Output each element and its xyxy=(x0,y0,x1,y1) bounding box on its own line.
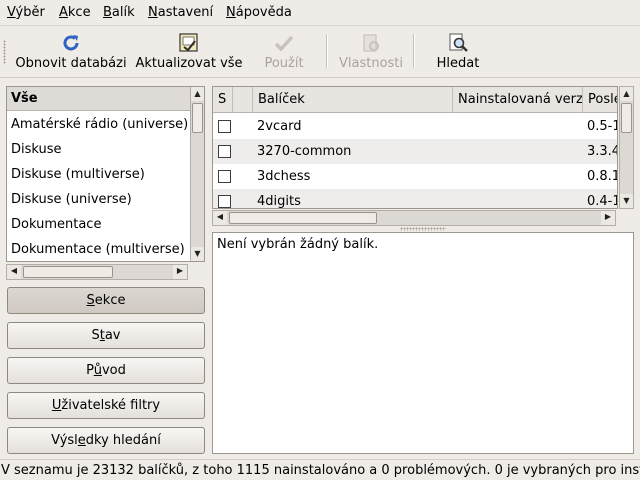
section-list-hscrollbar[interactable]: ◀ ▶ xyxy=(6,264,188,280)
status-filter-button[interactable]: Stav xyxy=(7,322,205,349)
package-description-pane: Není vybrán žádný balík. xyxy=(212,232,634,454)
scroll-up-icon[interactable]: ▲ xyxy=(191,87,204,101)
section-list-header[interactable]: Vše xyxy=(7,87,190,111)
sections-filter-button[interactable]: Sekce xyxy=(7,287,205,314)
properties-button[interactable]: Vlastnosti xyxy=(335,28,407,76)
custom-filters-button[interactable]: Uživatelské filtry xyxy=(7,392,205,419)
scroll-down-icon[interactable]: ▼ xyxy=(620,194,633,208)
package-table-header: S Balíček Nainstalovaná verze Poslední v… xyxy=(213,87,617,113)
reload-icon xyxy=(63,35,79,51)
package-table-vscrollbar[interactable]: ▲ ▼ xyxy=(619,86,634,209)
section-item[interactable]: Dokumentace xyxy=(7,212,190,237)
column-installed-version[interactable]: Nainstalovaná verze xyxy=(453,87,583,113)
scroll-thumb[interactable] xyxy=(229,212,377,224)
status-text: V seznamu je 23132 balíčků, z toho 1115 … xyxy=(1,463,640,478)
toolbar-separator xyxy=(326,34,328,68)
package-table-hscrollbar[interactable]: ◀ ▶ xyxy=(212,210,616,226)
scroll-thumb[interactable] xyxy=(621,103,632,133)
package-checkbox[interactable] xyxy=(218,145,231,158)
toolbar: Obnovit databázi Aktualizovat vše Použít… xyxy=(0,26,640,78)
table-row[interactable]: 3dchess 0.8.1 xyxy=(213,164,617,189)
menu-nastaveni[interactable]: Nastavení xyxy=(148,4,213,22)
column-latest-version[interactable]: Poslední verze xyxy=(583,87,617,113)
upgrade-all-button[interactable]: Aktualizovat vše xyxy=(133,28,245,76)
description-text: Není vybrán žádný balík. xyxy=(217,237,379,252)
section-item[interactable]: Diskuse (multiverse) xyxy=(7,162,190,187)
properties-icon xyxy=(363,34,379,52)
pane-resize-handle[interactable] xyxy=(400,227,446,231)
status-bar: V seznamu je 23132 balíčků, z toho 1115 … xyxy=(0,459,640,480)
menu-balik[interactable]: Balík xyxy=(103,4,135,22)
scroll-up-icon[interactable]: ▲ xyxy=(620,87,633,101)
table-row[interactable]: 4digits 0.4-1 xyxy=(213,189,617,208)
origin-filter-button[interactable]: Původ xyxy=(7,357,205,384)
search-results-button[interactable]: Výsledky hledání xyxy=(7,427,205,454)
scroll-left-icon[interactable]: ◀ xyxy=(7,265,21,279)
package-table: S Balíček Nainstalovaná verze Poslední v… xyxy=(212,86,618,209)
section-item[interactable]: Amatérské rádio (universe) xyxy=(7,112,190,137)
scroll-thumb[interactable] xyxy=(23,266,113,278)
menubar: Výběr Akce Balík Nastavení Nápověda xyxy=(0,0,640,26)
package-checkbox[interactable] xyxy=(218,195,231,208)
scroll-right-icon[interactable]: ▶ xyxy=(601,211,615,225)
column-package[interactable]: Balíček xyxy=(253,87,453,113)
upgrade-all-icon xyxy=(179,33,198,52)
scroll-left-icon[interactable]: ◀ xyxy=(213,211,227,225)
section-item[interactable]: Diskuse (universe) xyxy=(7,187,190,212)
package-checkbox[interactable] xyxy=(218,170,231,183)
section-item[interactable]: Dokumentace (multiverse) xyxy=(7,237,190,261)
package-checkbox[interactable] xyxy=(218,120,231,133)
toolbar-separator xyxy=(413,34,415,68)
scroll-thumb[interactable] xyxy=(192,103,203,133)
search-button[interactable]: Hledat xyxy=(432,28,484,76)
section-list-vscrollbar[interactable]: ▲ ▼ xyxy=(190,87,204,261)
toolbar-grip[interactable] xyxy=(3,40,6,64)
menu-vyber[interactable]: Výběr xyxy=(7,4,45,22)
section-item[interactable]: Diskuse xyxy=(7,137,190,162)
column-support[interactable] xyxy=(233,87,253,113)
table-row[interactable]: 2vcard 0.5-1 xyxy=(213,114,617,139)
apply-button[interactable]: Použít xyxy=(259,28,309,76)
table-row[interactable]: 3270-common 3.3.4 xyxy=(213,139,617,164)
search-icon xyxy=(449,33,468,52)
section-list: Vše Amatérské rádio (universe) Diskuse D… xyxy=(6,86,205,262)
column-status[interactable]: S xyxy=(213,87,233,113)
scroll-right-icon[interactable]: ▶ xyxy=(173,265,187,279)
scroll-down-icon[interactable]: ▼ xyxy=(191,247,204,261)
menu-akce[interactable]: Akce xyxy=(59,4,91,22)
apply-check-icon xyxy=(274,35,294,52)
menu-napoveda[interactable]: Nápověda xyxy=(226,4,292,22)
reload-button[interactable]: Obnovit databázi xyxy=(14,28,128,76)
